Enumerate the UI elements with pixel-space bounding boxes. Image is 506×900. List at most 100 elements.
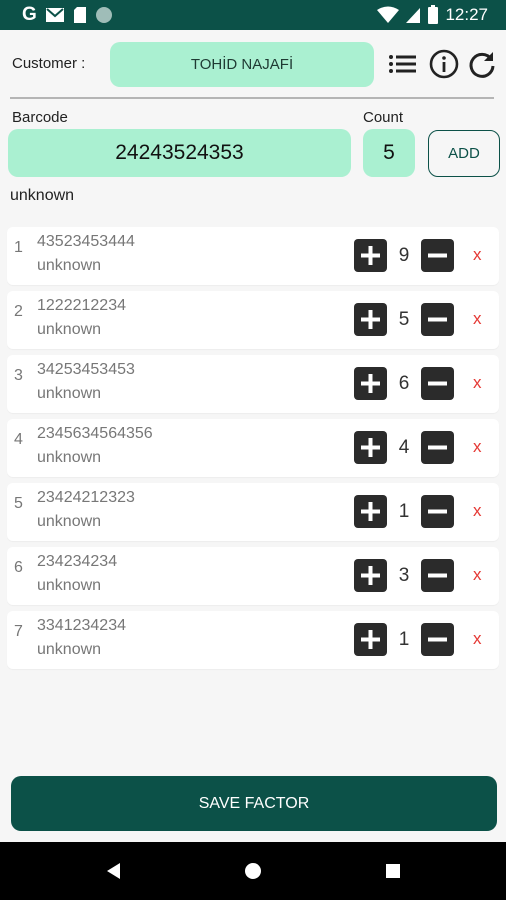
signal-icon [406,8,421,23]
item-barcode: 23424212323 [37,489,135,506]
item-name: unknown [37,385,102,402]
item-count: 1 [398,501,410,522]
item-index: 4 [14,431,23,448]
delete-item-button[interactable]: x [473,501,482,521]
refresh-icon[interactable] [466,48,498,80]
item-barcode: 1222212234 [37,297,126,314]
item-index: 3 [14,367,23,384]
minus-icon [428,445,447,450]
minus-icon [428,317,447,322]
increment-button[interactable] [354,367,387,400]
delete-item-button[interactable]: x [473,565,482,585]
minus-icon [428,637,447,642]
decrement-button[interactable] [421,431,454,464]
gmail-icon [45,8,64,22]
item-name: unknown [37,257,102,274]
sync-icon [95,7,112,23]
item-count: 1 [398,629,410,650]
item-count: 3 [398,565,410,586]
item-barcode: 34253453453 [37,361,135,378]
decrement-button[interactable] [421,367,454,400]
decrement-button[interactable] [421,303,454,336]
minus-icon [428,573,447,578]
status-left-icons: G [22,5,113,25]
decrement-button[interactable] [421,495,454,528]
plus-icon [361,630,380,649]
increment-button[interactable] [354,623,387,656]
increment-button[interactable] [354,559,387,592]
item-barcode: 234234234 [37,553,118,570]
item-count: 4 [398,437,410,458]
list-item: 7 3341234234 unknown 1 x [7,611,499,669]
item-count: 9 [398,245,410,266]
increment-button[interactable] [354,431,387,464]
plus-icon [361,310,380,329]
add-button[interactable]: ADD [428,130,500,177]
back-icon[interactable] [102,859,126,883]
list-icon[interactable] [386,48,418,80]
item-count: 6 [398,373,410,394]
item-name: unknown [37,577,102,594]
barcode-label: Barcode [12,109,68,126]
count-input[interactable]: 5 [363,129,415,177]
item-barcode: 43523453444 [37,233,135,250]
count-label: Count [363,109,404,126]
google-icon: G [22,4,37,25]
item-list: 1 43523453444 unknown 9 x 2 1222212234 u… [7,227,499,675]
decrement-button[interactable] [421,559,454,592]
minus-icon [428,253,447,258]
plus-icon [361,374,380,393]
plus-icon [361,246,380,265]
delete-item-button[interactable]: x [473,437,482,457]
sd-card-icon [73,7,86,23]
item-count: 5 [398,309,410,330]
product-status-text: unknown [10,187,75,204]
home-icon[interactable] [241,859,265,883]
status-time: 12:27 [445,5,488,24]
navigation-bar [0,842,506,900]
wifi-icon [377,6,400,23]
customer-label: Customer : [12,55,86,72]
save-factor-button[interactable]: SAVE FACTOR [11,776,497,831]
item-barcode: 3341234234 [37,617,126,634]
plus-icon [361,438,380,457]
list-item: 4 2345634564356 unknown 4 x [7,419,499,477]
increment-button[interactable] [354,239,387,272]
item-index: 1 [14,239,23,256]
delete-item-button[interactable]: x [473,245,482,265]
item-name: unknown [37,513,102,530]
item-name: unknown [37,321,102,338]
status-right-icons: 12:27 [377,4,488,26]
list-item: 3 34253453453 unknown 6 x [7,355,499,413]
decrement-button[interactable] [421,623,454,656]
customer-header: Customer : TOHİD NAJAFİ [0,30,506,98]
list-item: 1 43523453444 unknown 9 x [7,227,499,285]
item-index: 7 [14,623,23,640]
plus-icon [361,566,380,585]
delete-item-button[interactable]: x [473,373,482,393]
header-divider [10,97,494,99]
customer-name-field[interactable]: TOHİD NAJAFİ [110,42,374,87]
plus-icon [361,502,380,521]
item-name: unknown [37,641,102,658]
recents-icon[interactable] [381,859,405,883]
list-item: 6 234234234 unknown 3 x [7,547,499,605]
item-index: 6 [14,559,23,576]
status-bar: G 12:27 [0,0,506,30]
delete-item-button[interactable]: x [473,629,482,649]
minus-icon [428,381,447,386]
item-name: unknown [37,449,102,466]
increment-button[interactable] [354,303,387,336]
item-index: 2 [14,303,23,320]
increment-button[interactable] [354,495,387,528]
info-icon[interactable] [428,48,460,80]
barcode-input[interactable]: 24243524353 [8,129,351,177]
item-barcode: 2345634564356 [37,425,153,442]
battery-icon [428,5,439,24]
decrement-button[interactable] [421,239,454,272]
list-item: 2 1222212234 unknown 5 x [7,291,499,349]
item-index: 5 [14,495,23,512]
minus-icon [428,509,447,514]
list-item: 5 23424212323 unknown 1 x [7,483,499,541]
delete-item-button[interactable]: x [473,309,482,329]
